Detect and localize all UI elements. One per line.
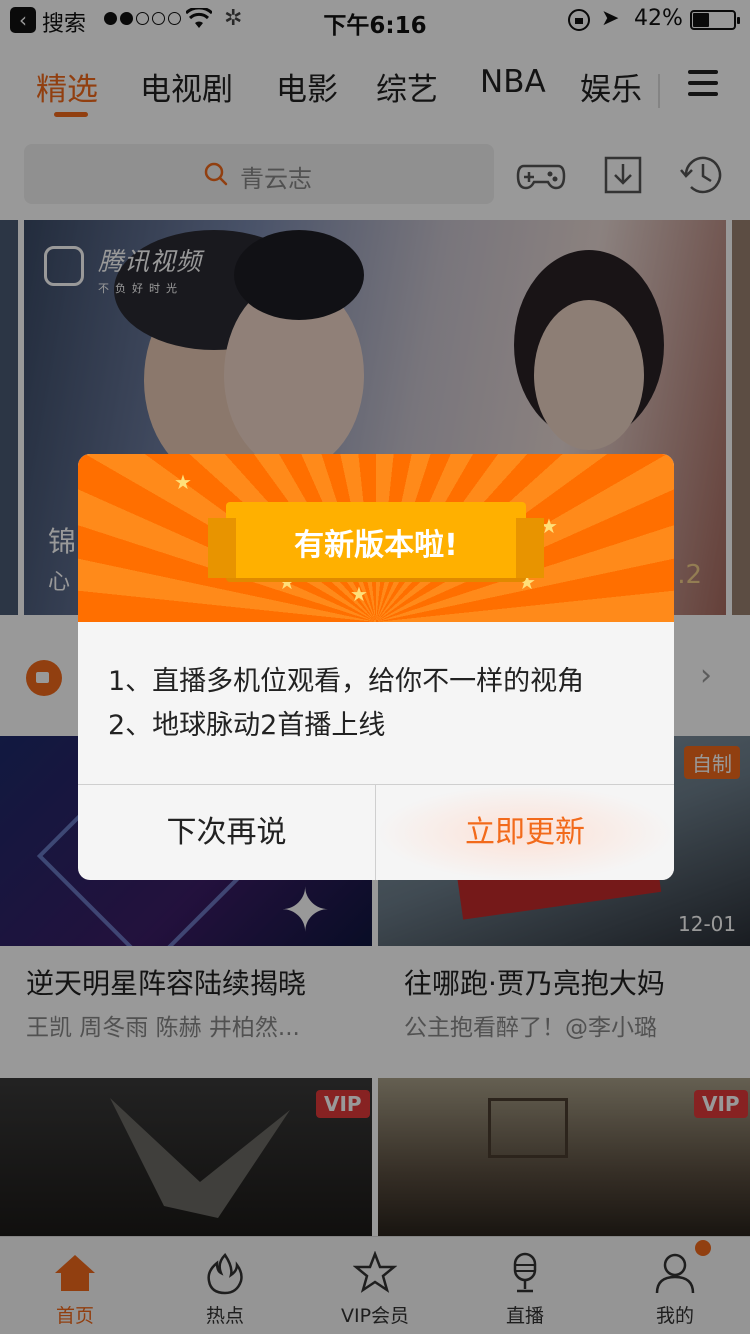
dialog-actions: 下次再说 立即更新 bbox=[78, 784, 674, 880]
update-now-button[interactable]: 立即更新 bbox=[376, 785, 674, 880]
sparkle-icon: ★ bbox=[174, 470, 192, 494]
dialog-header-graphic: ★ ★ ★ ★ ★ ★ 有新版本啦! bbox=[78, 454, 674, 622]
later-button[interactable]: 下次再说 bbox=[78, 785, 376, 880]
release-note-2: 2、地球脉动2首播上线 bbox=[108, 710, 386, 741]
dialog-body: 1、直播多机位观看，给你不一样的视角 2、地球脉动2首播上线 bbox=[108, 660, 584, 748]
dialog-title-ribbon: 有新版本啦! bbox=[208, 502, 544, 578]
release-note-1: 1、直播多机位观看，给你不一样的视角 bbox=[108, 666, 585, 697]
dialog-title: 有新版本啦! bbox=[294, 528, 458, 563]
sparkle-icon: ★ bbox=[350, 582, 368, 606]
update-dialog: ★ ★ ★ ★ ★ ★ 有新版本啦! 1、直播多机位观看，给你不一样的视角 2、… bbox=[78, 454, 674, 880]
